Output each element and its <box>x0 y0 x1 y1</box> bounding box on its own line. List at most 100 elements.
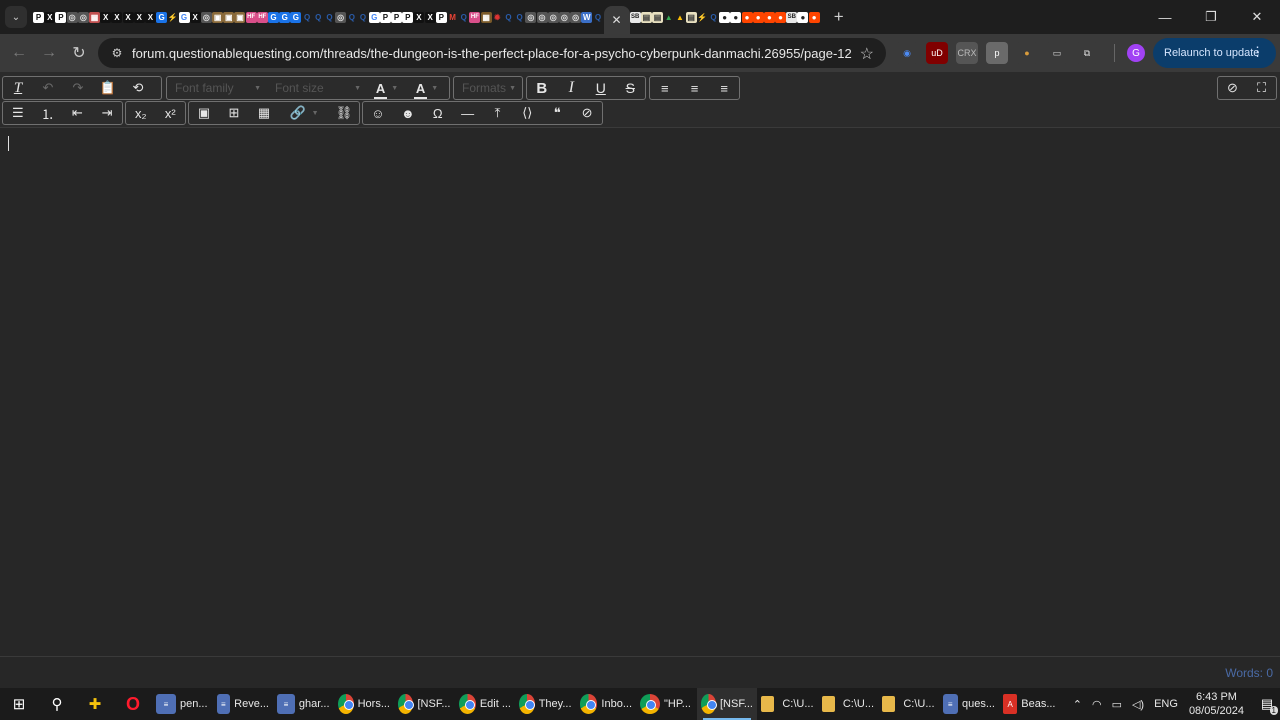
browser-tab[interactable]: X <box>122 0 134 34</box>
browser-tab[interactable]: G <box>178 0 190 34</box>
browser-tab[interactable]: G <box>290 0 302 34</box>
restore-draft-button[interactable]: ⟲ <box>123 77 153 99</box>
sidebar-extension-icon[interactable]: ▭ <box>1046 42 1068 64</box>
browser-tab[interactable]: ● <box>730 0 742 34</box>
browser-tab[interactable]: M <box>447 0 459 34</box>
browser-tab[interactable]: SB <box>786 0 798 34</box>
browser-tab[interactable]: ● <box>763 0 775 34</box>
browser-tab[interactable]: X <box>44 0 56 34</box>
browser-tab[interactable]: X <box>133 0 145 34</box>
url-text[interactable]: forum.questionablequesting.com/threads/t… <box>132 46 852 61</box>
browser-tab[interactable]: HF <box>256 0 268 34</box>
browser-tab[interactable]: G <box>268 0 280 34</box>
taskbar-app[interactable]: Edit ... <box>455 688 516 720</box>
wifi-icon[interactable]: ◠ <box>1092 698 1102 711</box>
insert-spoiler-button[interactable]: ⊘ <box>572 102 602 124</box>
font-family-select[interactable]: Font family ▼ <box>167 77 267 99</box>
taskbar-app[interactable]: Inbo... <box>576 688 637 720</box>
align-right-button[interactable]: ≡ <box>709 77 739 99</box>
browser-tab[interactable]: ✹ <box>491 0 503 34</box>
browser-tab[interactable]: P <box>33 0 45 34</box>
cookie-extension-icon[interactable]: ● <box>1016 42 1038 64</box>
address-bar[interactable]: ⚙ forum.questionablequesting.com/threads… <box>98 38 886 68</box>
insert-link-button[interactable]: 🔗 ▼ <box>279 102 329 124</box>
insert-quote-button[interactable]: ❝ <box>542 102 572 124</box>
new-tab-button[interactable]: + <box>826 4 852 30</box>
puzzle-app-button[interactable]: ✚ <box>76 688 114 720</box>
taskbar-app[interactable]: They... <box>515 688 576 720</box>
taskbar-app[interactable]: C:\U... <box>878 688 939 720</box>
bullet-list-button[interactable]: ☰ <box>3 102 33 124</box>
background-color-button[interactable]: A ▼ <box>407 77 447 99</box>
browser-tab[interactable]: ◎ <box>547 0 559 34</box>
browser-tab[interactable]: X <box>111 0 123 34</box>
tab-search-button[interactable]: ⌄ <box>5 6 27 28</box>
remove-link-button[interactable]: ⛓ <box>329 102 359 124</box>
browser-tab[interactable]: G <box>368 0 380 34</box>
crx-extension-icon[interactable]: CRX <box>956 42 978 64</box>
back-button[interactable]: ← <box>4 38 34 68</box>
clear-formatting-button[interactable]: T <box>3 77 33 99</box>
browser-tab[interactable]: Q <box>707 0 719 34</box>
browser-tab[interactable]: P <box>402 0 414 34</box>
superscript-button[interactable]: x² <box>156 102 186 124</box>
horizontal-rule-button[interactable]: — <box>453 102 483 124</box>
browser-tab[interactable]: X <box>100 0 112 34</box>
active-tab[interactable]: ✕ <box>603 6 630 34</box>
font-size-select[interactable]: Font size ▼ <box>267 77 367 99</box>
browser-tab[interactable]: Q <box>357 0 369 34</box>
insert-emoji-button[interactable]: ☻ <box>393 102 423 124</box>
browser-tab[interactable]: Q <box>312 0 324 34</box>
minimize-button[interactable]: — <box>1142 0 1188 34</box>
relaunch-to-update-button[interactable]: Relaunch to update ⋮ <box>1153 38 1276 68</box>
taskbar-app[interactable]: ≡ ques... <box>939 688 1000 720</box>
browser-tab[interactable]: P <box>391 0 403 34</box>
insert-smilie-button[interactable]: ☺ <box>363 102 393 124</box>
browser-tab[interactable]: W <box>581 0 593 34</box>
browser-tab[interactable]: ◎ <box>558 0 570 34</box>
browser-tab[interactable]: ◎ <box>536 0 548 34</box>
fullscreen-button[interactable]: ⛶ <box>1247 77 1276 99</box>
browser-tab[interactable]: X <box>413 0 425 34</box>
site-info-icon[interactable]: ⚙ <box>108 44 126 62</box>
browser-tab[interactable]: HF <box>469 0 481 34</box>
italic-button[interactable]: I <box>557 77 587 99</box>
taskbar-app[interactable]: "HP... <box>636 688 697 720</box>
browser-tab[interactable]: ▣ <box>223 0 235 34</box>
numbered-list-button[interactable]: ⒈ <box>33 102 63 124</box>
browser-tab[interactable]: ● <box>808 0 820 34</box>
browser-tab[interactable]: Q <box>346 0 358 34</box>
browser-tab[interactable]: ▤ <box>652 0 664 34</box>
bookmark-star-icon[interactable]: ☆ <box>860 44 874 64</box>
taskbar-app[interactable]: ≡ ghar... <box>273 688 334 720</box>
browser-tab[interactable]: Q <box>323 0 335 34</box>
browser-tab[interactable]: X <box>189 0 201 34</box>
restore-button[interactable]: ❐ <box>1188 0 1234 34</box>
browser-tab[interactable]: G <box>156 0 168 34</box>
browser-tab[interactable]: Q <box>502 0 514 34</box>
browser-tab[interactable]: HF <box>245 0 257 34</box>
ublock-extension-icon[interactable]: uD <box>926 42 948 64</box>
browser-tab[interactable]: P <box>55 0 67 34</box>
browser-tab[interactable]: X <box>144 0 156 34</box>
taskbar-app[interactable]: [NSF... <box>696 688 757 720</box>
p-extension-icon[interactable]: p <box>986 42 1008 64</box>
browser-tab[interactable]: SB <box>629 0 641 34</box>
browser-tab[interactable]: ● <box>775 0 787 34</box>
browser-tab[interactable]: ◎ <box>66 0 78 34</box>
undo-button[interactable]: ↶ <box>33 77 63 99</box>
indent-button[interactable]: ⇥ <box>92 102 122 124</box>
battery-icon[interactable]: ▭ <box>1112 698 1122 711</box>
redo-button[interactable]: ↷ <box>63 77 93 99</box>
insert-image-button[interactable]: ▣ <box>189 102 219 124</box>
align-center-button[interactable]: ≡ <box>680 77 710 99</box>
taskbar-app[interactable]: Hors... <box>334 688 395 720</box>
formats-select[interactable]: Formats ▼ <box>454 77 522 99</box>
browser-tab[interactable]: ◎ <box>200 0 212 34</box>
reload-button[interactable]: ↻ <box>64 38 94 68</box>
toggle-bbcode-button[interactable]: ⊘ <box>1218 77 1247 99</box>
browser-tab[interactable]: ◎ <box>525 0 537 34</box>
browser-tab[interactable]: ◎ <box>570 0 582 34</box>
more-menu-icon[interactable]: ⋮ <box>1251 44 1264 60</box>
profile-avatar[interactable]: G <box>1127 44 1145 62</box>
